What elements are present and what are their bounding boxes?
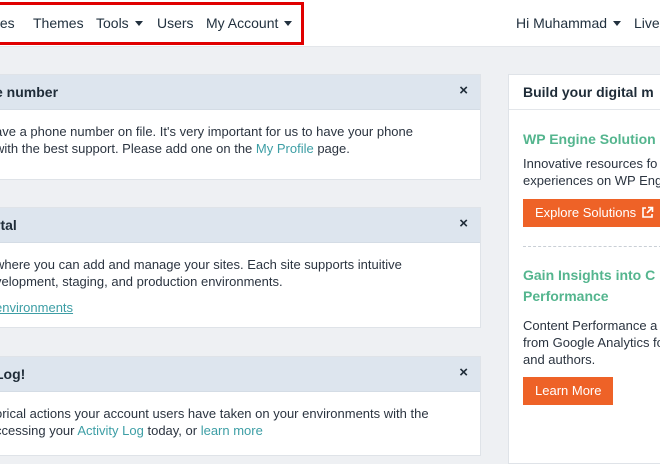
card-text: today, or: [143, 423, 201, 438]
phone-number-card: e number × ave a phone number on file. I…: [0, 74, 481, 180]
learn-more-button[interactable]: Learn More: [523, 377, 614, 405]
card-text-line: with the best support. Please add one on…: [0, 140, 350, 157]
sidebar-text-line: Innovative resources fo: [523, 156, 658, 171]
explore-solutions-label: Explore Solutions: [535, 205, 637, 220]
gain-insights-heading[interactable]: Gain Insights into C Performance: [523, 265, 655, 307]
top-nav-bar: tes Themes Tools Users My Account Hi Muh…: [0, 0, 660, 47]
my-profile-link[interactable]: My Profile: [256, 141, 314, 156]
digital-experience-sidebar: Build your digital m WP Engine Solution …: [508, 74, 660, 464]
sidebar-title: Build your digital m: [523, 84, 654, 100]
heading-line: Gain Insights into C: [523, 267, 656, 283]
nav-item-live[interactable]: Live: [634, 15, 660, 32]
external-link-icon: [642, 206, 654, 218]
card-text-line: velopment, staging, and production envir…: [0, 274, 283, 289]
card-title: rtal: [0, 217, 17, 233]
sidebar-text-line: experiences on WP Engi: [523, 173, 660, 188]
heading-line: Performance: [523, 288, 609, 304]
card-text-line: ave a phone number on file. It's very im…: [0, 124, 413, 139]
user-menu[interactable]: Hi Muhammad: [516, 15, 622, 32]
explore-solutions-button[interactable]: Explore Solutions: [523, 199, 660, 227]
card-text: ccessing your: [0, 423, 78, 438]
card-header: Log! ×: [0, 357, 480, 392]
learn-more-link[interactable]: learn more: [201, 423, 263, 438]
highlight-annotation-box: [0, 2, 304, 45]
card-header: e number ×: [0, 75, 480, 110]
portal-card: rtal × where you can add and manage your…: [0, 207, 481, 328]
card-text-line: ccessing your Activity Log today, or lea…: [0, 422, 263, 439]
card-text-line: where you can add and manage your sites.…: [0, 257, 402, 272]
sidebar-text-line: Content Performance a: [523, 318, 658, 333]
sidebar-text-line: from Google Analytics fo: [523, 335, 660, 350]
close-icon[interactable]: ×: [459, 216, 468, 232]
close-icon[interactable]: ×: [459, 365, 468, 381]
card-header: rtal ×: [0, 208, 480, 243]
close-icon[interactable]: ×: [459, 83, 468, 99]
sidebar-header: Build your digital m: [509, 75, 660, 110]
section-divider: [523, 246, 660, 247]
chevron-down-icon: [613, 20, 622, 26]
activity-log-link[interactable]: Activity Log: [77, 423, 143, 438]
user-greeting: Hi Muhammad: [516, 15, 608, 31]
environments-link-line: environments: [0, 299, 73, 316]
card-text: with the best support. Please add one on…: [0, 141, 256, 156]
card-title: e number: [0, 84, 59, 100]
wp-engine-solutions-heading[interactable]: WP Engine Solution: [523, 129, 656, 150]
sidebar-text-line: and authors.: [523, 352, 596, 367]
environments-link[interactable]: environments: [0, 300, 73, 315]
card-title: Log!: [0, 366, 26, 382]
card-text: page.: [313, 141, 350, 156]
card-text-line: orical actions your account users have t…: [0, 406, 429, 421]
activity-log-card: Log! × orical actions your account users…: [0, 356, 481, 456]
